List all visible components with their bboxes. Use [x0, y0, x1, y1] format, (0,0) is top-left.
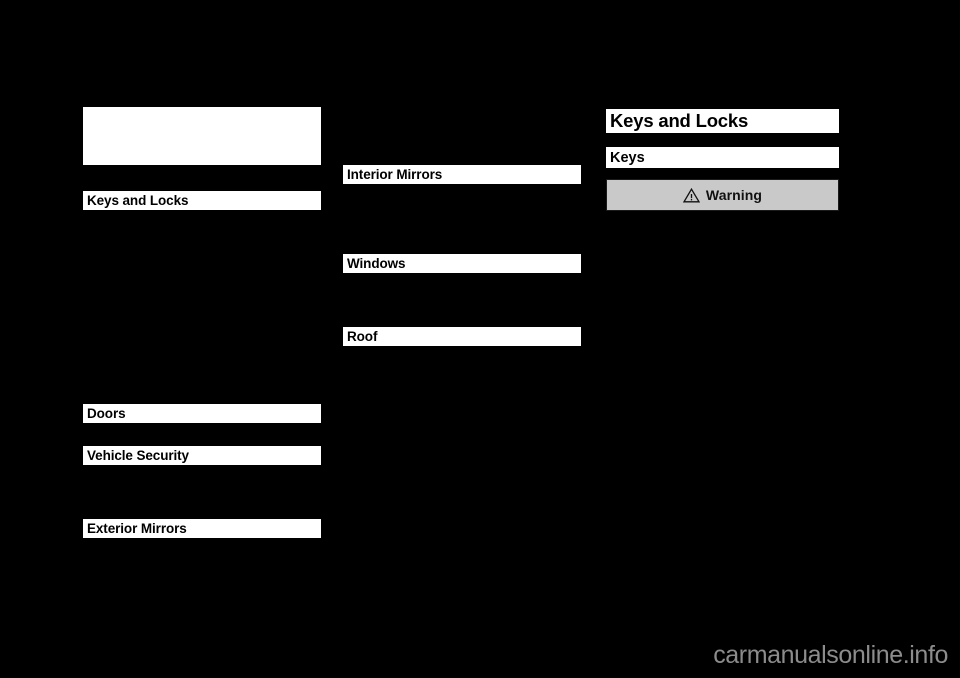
page-subheading-keys: Keys [606, 147, 839, 168]
warning-callout: Warning [606, 179, 839, 211]
warning-label: Warning [705, 187, 763, 203]
page-heading-keys-and-locks: Keys and Locks [606, 109, 839, 133]
partial-rendered-toc-line: Vehicle Security . . . . . . . . . . . .… [85, 465, 321, 473]
site-watermark: carmanualsonline.info [713, 641, 948, 669]
section-heading-vehicle-security[interactable]: Vehicle Security [83, 446, 321, 465]
section-heading-keys-and-locks[interactable]: Keys and Locks [83, 191, 321, 210]
chapter-title: Keys, Doors, and Windows [83, 107, 321, 165]
section-heading-exterior-mirrors[interactable]: Exterior Mirrors [83, 519, 321, 538]
section-heading-doors[interactable]: Doors [83, 404, 321, 423]
manual-page: Keys, Doors, and Windows Keys and Locks … [0, 0, 960, 678]
section-heading-windows[interactable]: Windows [343, 254, 581, 273]
section-heading-interior-mirrors[interactable]: Interior Mirrors [343, 165, 581, 184]
section-heading-roof[interactable]: Roof [343, 327, 581, 346]
warning-triangle-icon [682, 187, 700, 202]
